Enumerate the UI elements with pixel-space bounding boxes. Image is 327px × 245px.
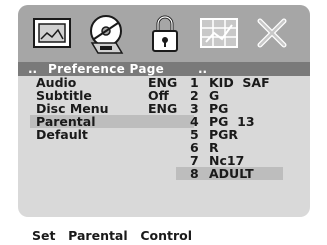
header-suffix: .. xyxy=(198,62,208,76)
menu-item-label: Default xyxy=(36,127,88,142)
close-icon[interactable] xyxy=(254,13,290,51)
lock-icon[interactable] xyxy=(150,13,180,55)
preference-panel: .. Preference Page .. Audio ENG Subtitle… xyxy=(18,5,310,217)
page-header: .. Preference Page .. xyxy=(18,62,310,76)
help-text: Set Parental Control xyxy=(32,228,193,243)
parental-option-selected[interactable]: 8 ADULT xyxy=(176,167,283,180)
picture-icon[interactable] xyxy=(32,13,72,51)
header-prefix: .. xyxy=(28,62,38,76)
page-title: Preference Page xyxy=(48,62,165,76)
option-label: ADULT xyxy=(209,166,254,181)
menu-item-value: ENG xyxy=(148,101,178,116)
icon-bar xyxy=(18,5,310,62)
option-number: 8 xyxy=(190,166,199,181)
menu-item-default[interactable]: Default xyxy=(18,128,188,141)
grid-icon[interactable] xyxy=(198,13,240,51)
audio-disc-icon[interactable] xyxy=(84,13,128,55)
